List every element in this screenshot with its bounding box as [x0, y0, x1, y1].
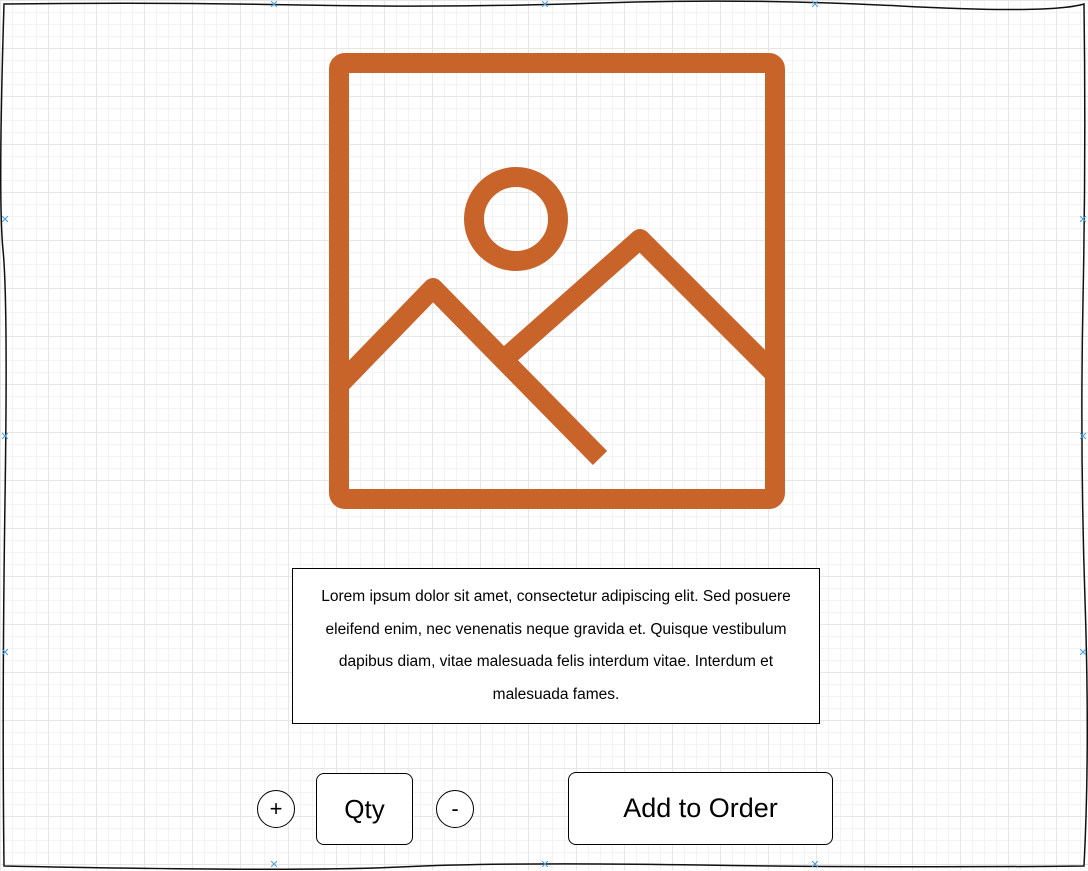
resize-handle-bottom-center[interactable]: ✕ [540, 860, 550, 871]
decrease-quantity-button[interactable]: - [436, 790, 474, 828]
add-to-order-label: Add to Order [623, 793, 778, 823]
product-description: Lorem ipsum dolor sit amet, consectetur … [292, 568, 820, 724]
resize-handle-top-left[interactable]: ✕ [269, 0, 279, 11]
resize-handle-right-lower[interactable]: ✕ [1078, 648, 1088, 659]
quantity-label: Qty [344, 793, 385, 824]
minus-icon: - [451, 796, 459, 821]
resize-handle-left-lower[interactable]: ✕ [0, 648, 10, 659]
resize-handle-right-middle[interactable]: ✕ [1078, 432, 1088, 443]
description-text: Lorem ipsum dolor sit amet, consectetur … [321, 588, 791, 703]
resize-handle-bottom-right[interactable]: ✕ [810, 860, 820, 871]
canvas: ✕ ✕ ✕ ✕ ✕ ✕ ✕ ✕ ✕ ✕ ✕ ✕ Lorem ipsum dolo… [0, 0, 1088, 871]
resize-handle-bottom-left[interactable]: ✕ [269, 860, 279, 871]
resize-handle-left-upper[interactable]: ✕ [0, 215, 10, 226]
plus-icon: + [269, 796, 283, 821]
resize-handle-top-center[interactable]: ✕ [540, 0, 550, 11]
increase-quantity-button[interactable]: + [257, 790, 295, 828]
image-placeholder-icon [328, 52, 786, 510]
resize-handle-top-right[interactable]: ✕ [810, 0, 820, 11]
resize-handle-left-middle[interactable]: ✕ [0, 432, 10, 443]
resize-handle-right-upper[interactable]: ✕ [1078, 215, 1088, 226]
quantity-field[interactable]: Qty [316, 773, 413, 845]
add-to-order-button[interactable]: Add to Order [568, 772, 833, 845]
